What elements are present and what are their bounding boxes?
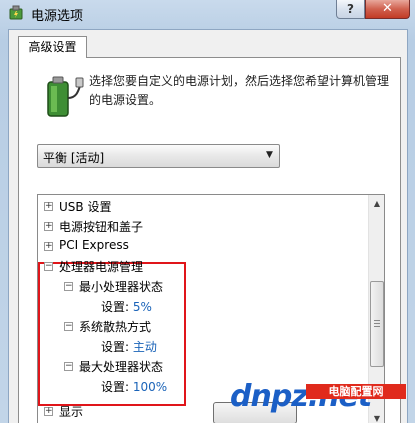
collapse-icon[interactable]: −	[44, 262, 53, 271]
description-text: 选择您要自定义的电源计划，然后选择您希望计算机管理的电源设置。	[89, 74, 390, 107]
setting-value[interactable]: 5%	[133, 300, 152, 314]
help-button[interactable]: ?	[336, 0, 365, 19]
collapse-icon[interactable]: −	[64, 322, 73, 331]
title-bar[interactable]: 电源选项 ? ✕	[0, 0, 415, 28]
tab-panel: 选择您要自定义的电源计划，然后选择您希望计算机管理的电源设置。 平衡 [活动] …	[18, 57, 401, 423]
tab-advanced-settings[interactable]: 高级设置	[18, 36, 87, 58]
setting-max-processor-state[interactable]: 设置: 100%	[101, 378, 167, 396]
window-frame: 电源选项 ? ✕ 高级设置 选择您要自定义的电源计划，然后选择您希望计算机管理的…	[0, 0, 415, 423]
collapse-icon[interactable]: −	[64, 282, 73, 291]
tree-item-label: 系统散热方式	[79, 320, 152, 334]
watermark-site-name: 电脑配置网	[306, 384, 406, 399]
setting-value[interactable]: 主动	[133, 340, 157, 354]
power-options-icon	[9, 5, 23, 20]
dropdown-arrow-icon[interactable]: ▼	[266, 150, 273, 160]
setting-min-processor-state[interactable]: 设置: 5%	[101, 298, 152, 316]
tree-item-label: 最小处理器状态	[79, 280, 164, 294]
collapse-icon[interactable]: −	[64, 362, 73, 371]
power-plan-value: 平衡 [活动]	[43, 151, 105, 165]
battery-plug-icon	[47, 76, 84, 117]
window-title: 电源选项	[31, 9, 84, 24]
close-button[interactable]: ✕	[365, 0, 410, 19]
power-plan-select[interactable]: 平衡 [活动] ▼	[37, 144, 280, 168]
tree-item-label: 最大处理器状态	[79, 360, 164, 374]
setting-prefix: 设置:	[101, 340, 133, 354]
expand-icon[interactable]: +	[44, 202, 53, 211]
tree-item-label: 显示	[59, 405, 84, 419]
scrollbar-thumb[interactable]	[370, 281, 384, 367]
setting-cooling-policy[interactable]: 设置: 主动	[101, 338, 157, 356]
dialog-client-area: 高级设置 选择您要自定义的电源计划，然后选择您希望计算机管理的电源设置。 平衡 …	[8, 29, 408, 423]
expand-icon[interactable]: +	[44, 242, 53, 251]
tree-item-label: USB 设置	[59, 200, 112, 214]
grip-icon	[374, 320, 380, 327]
tree-item-label: 电源按钮和盖子	[59, 220, 144, 234]
tree-item-label: 处理器电源管理	[59, 260, 144, 274]
tree-item-label: PCI Express	[59, 238, 129, 252]
setting-prefix: 设置:	[101, 380, 133, 394]
setting-value[interactable]: 100%	[133, 380, 167, 394]
setting-prefix: 设置:	[101, 300, 133, 314]
watermark-logo: dnpz.net 电脑配置网	[226, 379, 415, 423]
scroll-up-icon[interactable]: ▲	[369, 195, 384, 212]
expand-icon[interactable]: +	[44, 407, 53, 416]
expand-icon[interactable]: +	[44, 222, 53, 231]
